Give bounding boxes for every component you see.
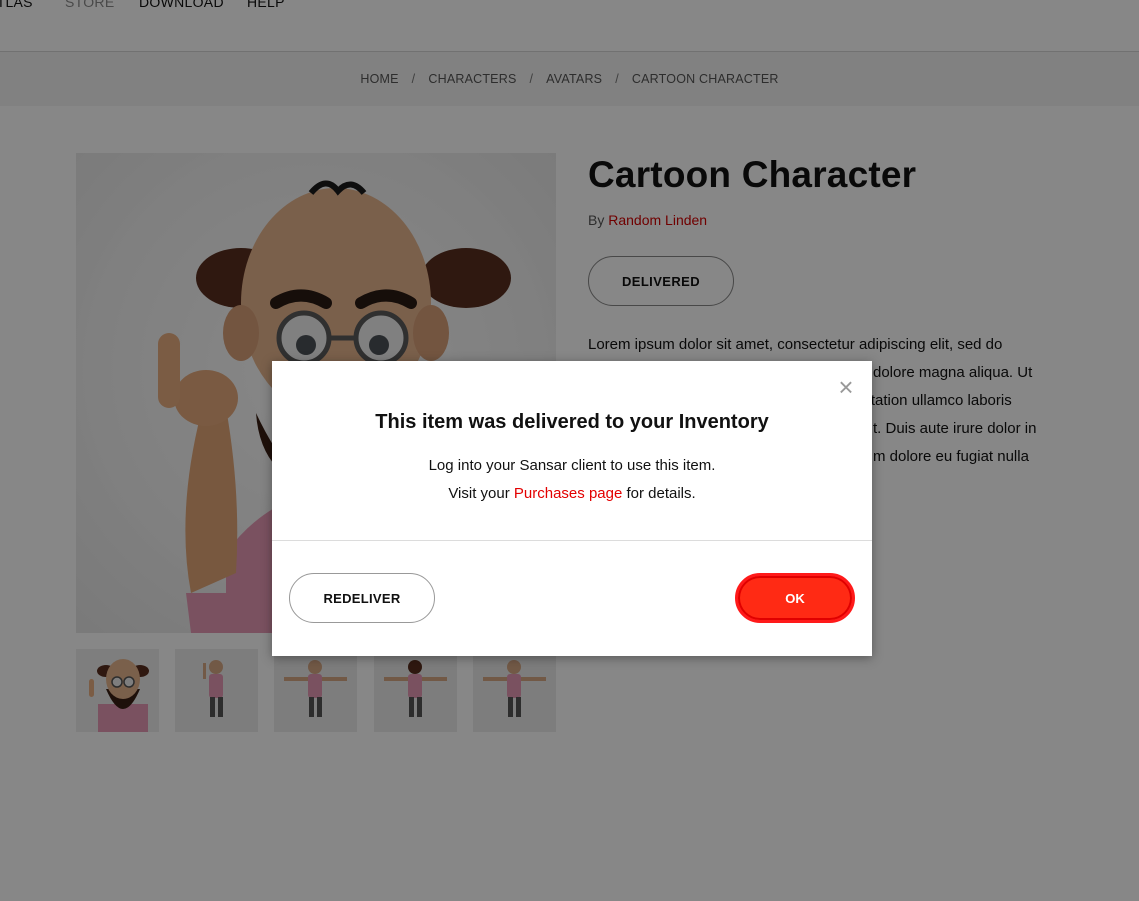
details-suffix: for details. — [626, 485, 696, 502]
modal-details: Visit your Purchases page for details. — [272, 485, 872, 502]
ok-button[interactable]: OK — [735, 573, 855, 623]
purchases-page-link[interactable]: Purchases page — [514, 485, 622, 502]
redeliver-button[interactable]: REDELIVER — [289, 573, 435, 623]
modal-title: This item was delivered to your Inventor… — [375, 411, 769, 433]
delivery-modal: × This item was delivered to your Invent… — [272, 361, 872, 656]
modal-message: Log into your Sansar client to use this … — [428, 457, 716, 474]
details-prefix: Visit your — [448, 485, 510, 502]
close-icon[interactable]: × — [836, 374, 856, 400]
modal-divider — [272, 540, 872, 541]
